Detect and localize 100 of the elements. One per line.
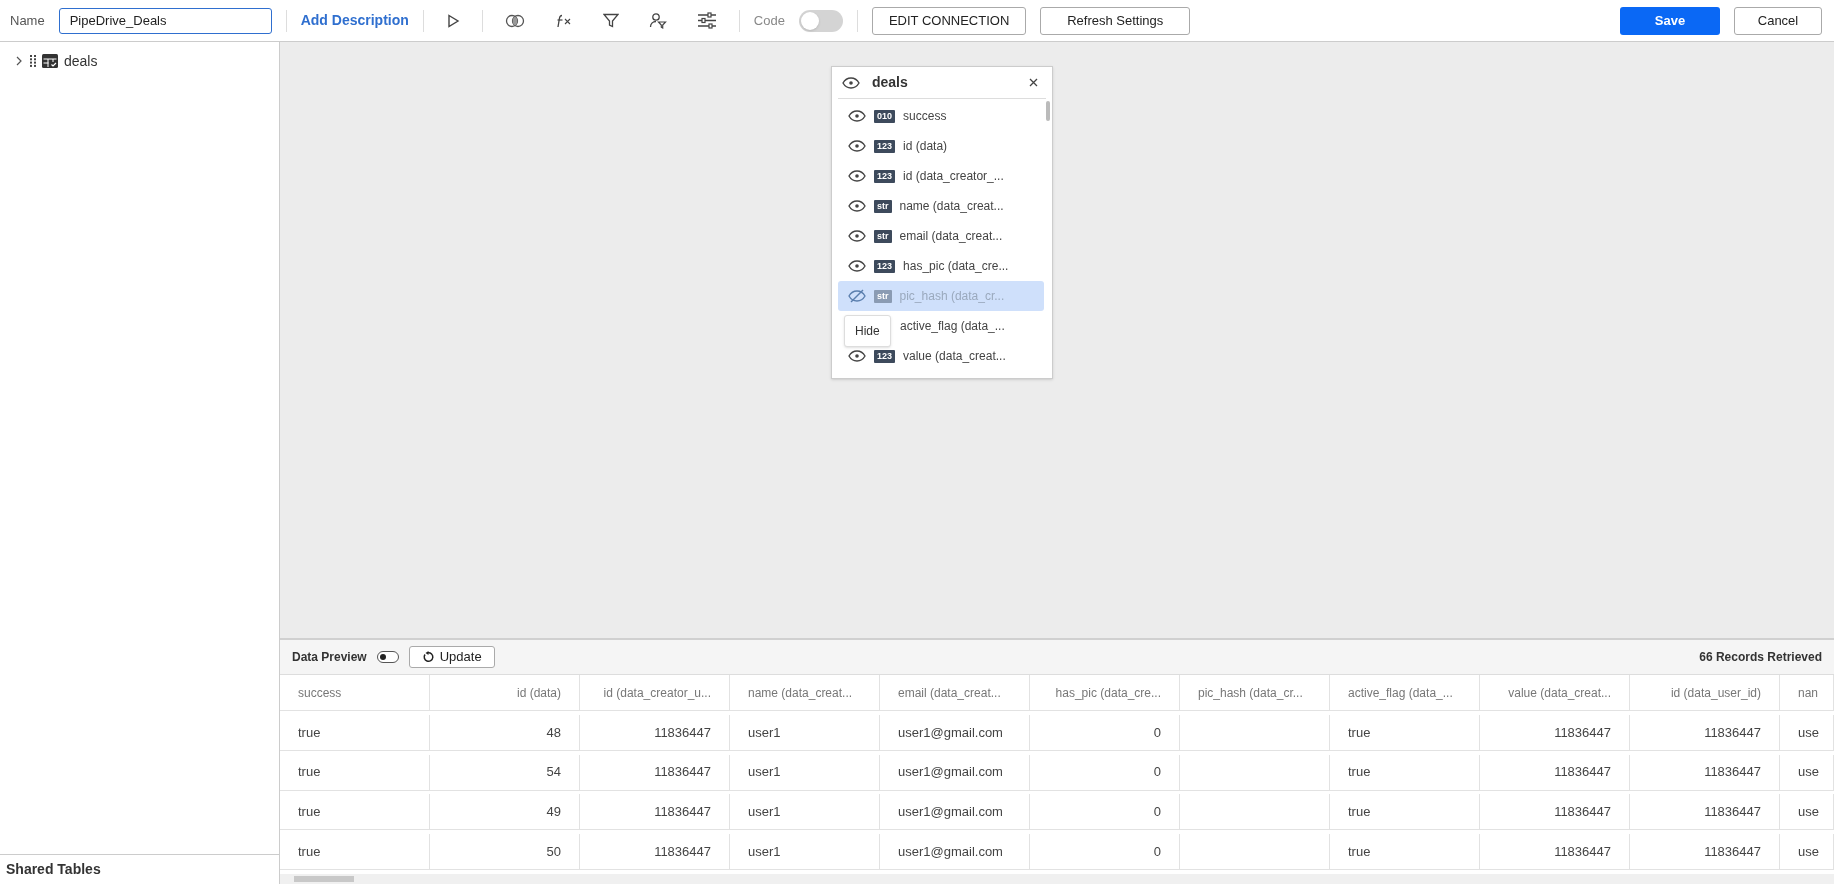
- field-name: email (data_creat...: [899, 228, 1003, 245]
- table-cell: 11836447: [1630, 794, 1780, 831]
- name-field[interactable]: PipeDrive_Deals: [58, 7, 272, 34]
- chevron-right-icon[interactable]: [14, 56, 24, 66]
- table-cell: 11836447: [580, 834, 730, 871]
- table-cell: 11836447: [1630, 834, 1780, 871]
- type-badge: str: [874, 229, 892, 243]
- table-cell: use: [1780, 714, 1834, 751]
- field-name: value (data_creat...: [903, 348, 1006, 365]
- drag-handle-icon[interactable]: [30, 55, 36, 67]
- column-header[interactable]: nan: [1780, 675, 1834, 711]
- field-name: id (data_creator_...: [903, 168, 1004, 185]
- table-cell: user1@gmail.com: [880, 754, 1030, 791]
- column-header[interactable]: id (data): [430, 675, 580, 711]
- close-icon[interactable]: [1029, 78, 1038, 87]
- table-cell: 54: [430, 754, 580, 791]
- play-icon[interactable]: [445, 13, 460, 28]
- table-cell: user1: [730, 714, 880, 751]
- add-description-link[interactable]: Add Description: [300, 10, 409, 31]
- column-header[interactable]: id (data_user_id): [1630, 675, 1780, 711]
- toggle-switch[interactable]: [798, 9, 843, 32]
- table-cell: 11836447: [580, 714, 730, 751]
- table-cell: 0: [1030, 794, 1180, 831]
- code-label: Code: [753, 11, 785, 30]
- table-cell: user1@gmail.com: [880, 794, 1030, 831]
- table-cell: user1: [730, 834, 880, 871]
- join-icon[interactable]: [504, 13, 525, 28]
- table-cell: 48: [430, 714, 580, 751]
- field-name: pic_hash (data_cr...: [899, 288, 1005, 305]
- table-cell: 50: [430, 834, 580, 871]
- column-header[interactable]: value (data_creat...: [1480, 675, 1630, 711]
- field-name: id (data): [903, 138, 948, 155]
- column-header[interactable]: has_pic (data_cre...: [1030, 675, 1180, 711]
- name-label: Name: [10, 11, 45, 30]
- type-badge: 123: [874, 139, 896, 153]
- table-cell: true: [280, 794, 430, 831]
- table-cell: 11836447: [580, 754, 730, 791]
- table-cell: true: [280, 754, 430, 791]
- eye-icon[interactable]: [848, 350, 866, 362]
- table-cell: 11836447: [580, 794, 730, 831]
- type-badge: 123: [874, 349, 896, 363]
- cancel-button[interactable]: Cancel: [1734, 6, 1822, 35]
- column-header[interactable]: active_flag (data_...: [1330, 675, 1480, 711]
- field-name: name (data_creat...: [899, 198, 1004, 215]
- sliders-icon[interactable]: [696, 12, 717, 29]
- eye-icon[interactable]: [848, 110, 866, 122]
- table-cell: 11836447: [1480, 834, 1630, 871]
- eye-icon[interactable]: [848, 170, 866, 182]
- table-cell: user1: [730, 754, 880, 791]
- column-header[interactable]: name (data_creat...: [730, 675, 880, 711]
- table-cell: true: [280, 834, 430, 871]
- scrollbar-thumb[interactable]: [1046, 101, 1050, 121]
- table-cell: 49: [430, 794, 580, 831]
- table-cell: use: [1780, 834, 1834, 871]
- table-cell: user1: [730, 794, 880, 831]
- eye-icon[interactable]: [848, 230, 866, 242]
- table-cell: true: [1330, 714, 1480, 751]
- table-cell: 0: [1030, 834, 1180, 871]
- table-cell: 11836447: [1480, 794, 1630, 831]
- table-cell: 0: [1030, 714, 1180, 751]
- eye-icon[interactable]: [848, 260, 866, 272]
- update-button[interactable]: Update: [408, 646, 495, 668]
- table-cell: use: [1780, 754, 1834, 791]
- eye-icon[interactable]: [848, 200, 866, 212]
- table-cell: 0: [1030, 754, 1180, 791]
- table-name[interactable]: deals: [64, 50, 98, 72]
- user-filter-icon[interactable]: [648, 12, 667, 29]
- field-name: active_flag (data_...: [900, 318, 1005, 335]
- column-header[interactable]: success: [280, 675, 430, 711]
- eye-icon[interactable]: [842, 76, 860, 89]
- type-badge: 123: [874, 259, 896, 273]
- save-button[interactable]: Save: [1620, 6, 1720, 35]
- refresh-settings-button[interactable]: Refresh Settings: [1040, 6, 1191, 35]
- panel-title: deals: [872, 73, 909, 92]
- type-badge: 010: [874, 109, 896, 123]
- horizontal-scrollbar[interactable]: [280, 874, 1834, 884]
- table-cell: true: [1330, 834, 1480, 871]
- table-cell: true: [1330, 794, 1480, 831]
- highlighted-field-row[interactable]: str pic_hash (data_cr...: [838, 281, 1044, 311]
- field-name: has_pic (data_cre...: [903, 258, 1009, 275]
- table-cell: use: [1780, 794, 1834, 831]
- column-header[interactable]: id (data_creator_u...: [580, 675, 730, 711]
- table-cell: user1@gmail.com: [880, 834, 1030, 871]
- tooltip: Hide: [844, 315, 891, 347]
- table-cell: 11836447: [1630, 754, 1780, 791]
- type-badge: 123: [874, 169, 896, 183]
- toggle-switch[interactable]: [376, 651, 399, 663]
- formula-icon[interactable]: [554, 13, 573, 28]
- eye-off-icon[interactable]: [848, 289, 866, 303]
- table-cell: 11836447: [1630, 714, 1780, 751]
- filter-icon[interactable]: [602, 13, 619, 28]
- column-header[interactable]: email (data_creat...: [880, 675, 1030, 711]
- type-badge: str: [874, 199, 892, 213]
- edit-connection-button[interactable]: EDIT CONNECTION: [871, 6, 1027, 35]
- column-header[interactable]: pic_hash (data_cr...: [1180, 675, 1330, 711]
- eye-icon[interactable]: [848, 140, 866, 152]
- data-preview-label: Data Preview: [292, 649, 367, 666]
- field-name: success: [903, 108, 947, 125]
- table-cell: true: [280, 714, 430, 751]
- table-cell: true: [1330, 754, 1480, 791]
